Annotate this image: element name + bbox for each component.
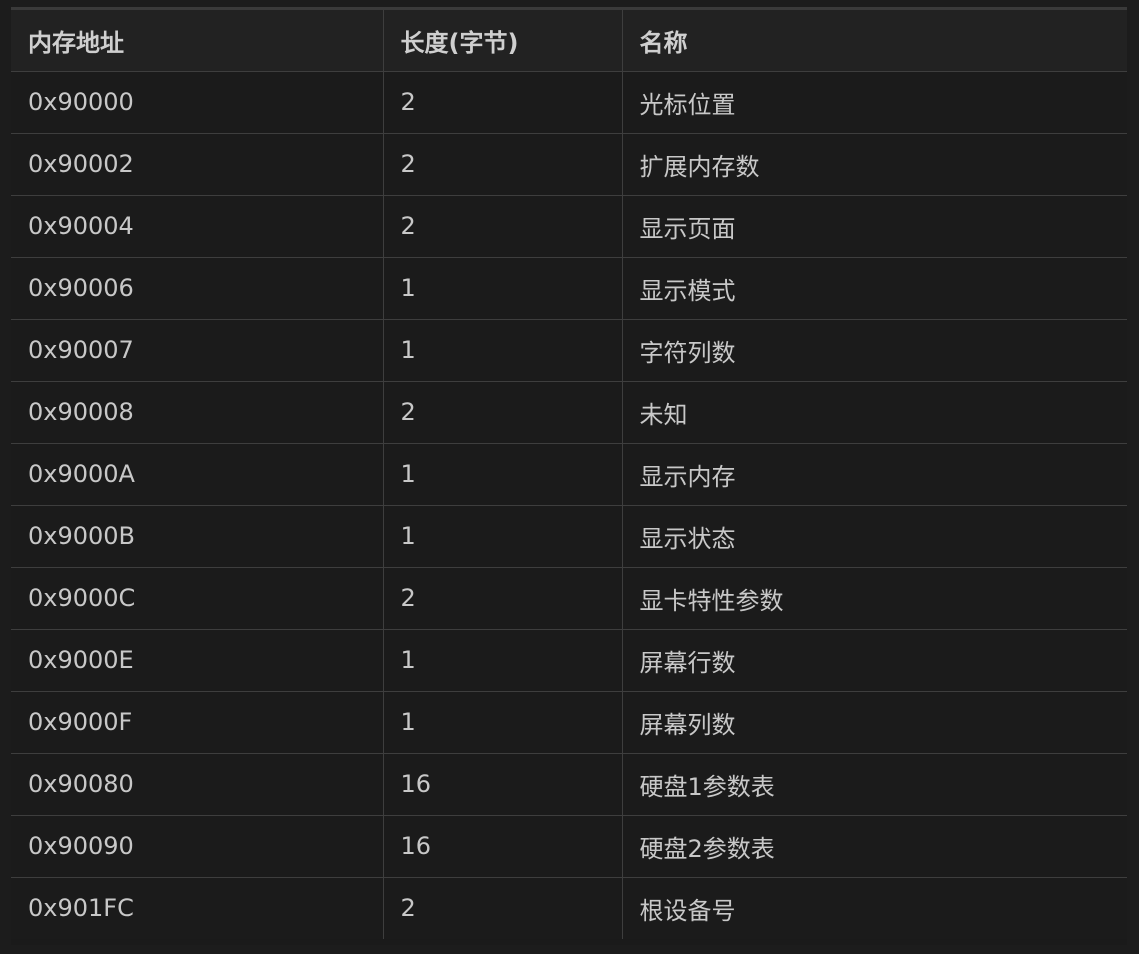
cell-name: 屏幕行数 [622,629,1127,692]
cell-name: 硬盘1参数表 [622,753,1127,816]
table-row: 0x90000 2 光标位置 [11,71,1127,134]
table-header: 内存地址 长度(字节) 名称 [11,10,1127,72]
cell-address: 0x90080 [11,753,384,816]
header-address: 内存地址 [11,10,384,72]
table-row: 0x90080 16 硬盘1参数表 [11,753,1127,816]
cell-address: 0x9000E [11,629,384,692]
cell-address: 0x90090 [11,815,384,878]
cell-name: 显示模式 [622,257,1127,320]
cell-name: 显示状态 [622,505,1127,568]
table-row: 0x9000A 1 显示内存 [11,443,1127,506]
cell-address: 0x90006 [11,257,384,320]
cell-length: 2 [383,877,623,939]
cell-name: 显示页面 [622,195,1127,258]
cell-length: 2 [383,567,623,630]
cell-name: 根设备号 [639,896,736,925]
cell-name: 扩展内存数 [622,133,1127,196]
table-row: 0x90002 2 扩展内存数 [11,133,1127,196]
cell-length: 1 [383,691,623,754]
cell-address: 0x90002 [11,133,384,196]
cell-length: 2 [383,195,623,258]
cell-length: 2 [383,381,623,444]
header-name: 名称 [622,10,1127,72]
cell-length: 2 [383,71,623,134]
cell-name: 字符列数 [622,319,1127,382]
table-container: 内存地址 长度(字节) 名称 0x90000 2 光标位置 0x90002 2 … [11,7,1127,945]
cell-address: 0x90007 [11,319,384,382]
cell-address: 0x9000A [11,443,384,506]
cell-address: 0x9000F [11,691,384,754]
cell-length: 16 [383,753,623,816]
table-row: 0x90007 1 字符列数 [11,319,1127,382]
cell-address: 0x90000 [11,71,384,134]
cell-address: 0x9000B [11,505,384,568]
cell-length: 1 [383,443,623,506]
table-row: 0x9000F 1 屏幕列数 [11,691,1127,754]
table-row: 0x9000B 1 显示状态 [11,505,1127,568]
header-row: 内存地址 长度(字节) 名称 [11,10,1127,72]
cell-address: 0x9000C [11,567,384,630]
cell-name: 未知 [622,381,1127,444]
cell-address: 0x901FC [11,877,384,939]
cell-length: 16 [383,815,623,878]
cell-address: 0x90008 [11,381,384,444]
table-row: 0x9000E 1 屏幕行数 [11,629,1127,692]
cell-address: 0x90004 [11,195,384,258]
cell-name: 显示内存 [622,443,1127,506]
memory-table: 内存地址 长度(字节) 名称 0x90000 2 光标位置 0x90002 2 … [11,10,1127,939]
cell-length: 1 [383,319,623,382]
table-row: 0x90008 2 未知 [11,381,1127,444]
cell-length: 1 [383,505,623,568]
cell-name: 光标位置 [622,71,1127,134]
cell-length: 1 [383,629,623,692]
table-body: 0x90000 2 光标位置 0x90002 2 扩展内存数 0x90004 2… [11,71,1127,939]
table-row: 0x90090 16 硬盘2参数表 [11,815,1127,878]
cell-length: 1 [383,257,623,320]
table-row: 0x90006 1 显示模式 [11,257,1127,320]
table-row: 0x90004 2 显示页面 [11,195,1127,258]
header-length: 长度(字节) [383,10,623,72]
cell-name: 屏幕列数 [622,691,1127,754]
cell-name: 显卡特性参数 [622,567,1127,630]
table-row: 0x901FC 2 根设备号 [11,877,1127,939]
cell-length: 2 [383,133,623,196]
table-row: 0x9000C 2 显卡特性参数 [11,567,1127,630]
cell-name: 硬盘2参数表 [622,815,1127,878]
